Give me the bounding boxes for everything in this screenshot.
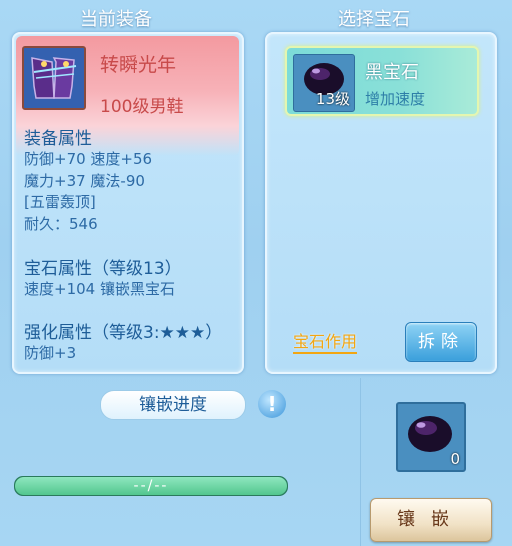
exclamation-icon[interactable]: ! [258,390,286,418]
equipment-panel: 转瞬光年 100级男鞋 装备属性 防御+70 速度+56 魔力+37 魔法-90… [12,32,244,374]
section-divider [360,378,361,546]
gem-card[interactable]: 13级 黑宝石 增加速度 [285,46,479,116]
gem-attr-title: 宝石属性（等级13） [24,259,182,279]
gem-icon-slot: 13级 [293,54,355,112]
gem-attr-line: 速度+104 镶嵌黑宝石 [24,280,175,298]
inlay-progress-label-pill: 镶嵌进度 [100,390,246,420]
purple-boots-icon [24,48,84,108]
gem-effect-link[interactable]: 宝石作用 [293,332,358,354]
inlay-progress-label: 镶嵌进度 [139,395,207,415]
black-gem-icon [408,416,452,452]
gem-name: 黑宝石 [365,62,419,83]
enhance-attr-line: 防御+3 [24,344,77,362]
inlay-button[interactable]: 镶嵌 [370,498,492,542]
equipment-attr-title: 装备属性 [24,129,92,149]
equipment-name: 转瞬光年 [100,54,177,76]
gem-level: 13级 [315,90,350,108]
enhance-attr-title: 强化属性（等级3:★★★） [24,323,223,343]
equipment-attr-line: 防御+70 速度+56 [24,150,153,168]
select-gem-header: 选择宝石 [338,9,410,30]
inlay-slot-count: 0 [450,450,460,468]
inlay-gem-slot[interactable]: 0 [396,402,466,472]
gem-description: 增加速度 [365,90,426,108]
remove-gem-button[interactable]: 拆除 [405,322,477,362]
equipment-special-skill: [五雷轰顶] [24,193,96,211]
gem-panel: 13级 黑宝石 增加速度 宝石作用 拆除 [265,32,497,374]
equipment-durability: 耐久：546 [24,215,98,233]
equipment-icon-slot[interactable] [22,46,86,110]
equipment-attr-line: 魔力+37 魔法-90 [24,172,145,190]
inlay-progress-bar: --/-- [14,476,288,496]
equipment-type: 100级男鞋 [100,97,184,117]
inlay-progress-text: --/-- [133,478,169,494]
current-equipment-header: 当前装备 [80,9,152,30]
